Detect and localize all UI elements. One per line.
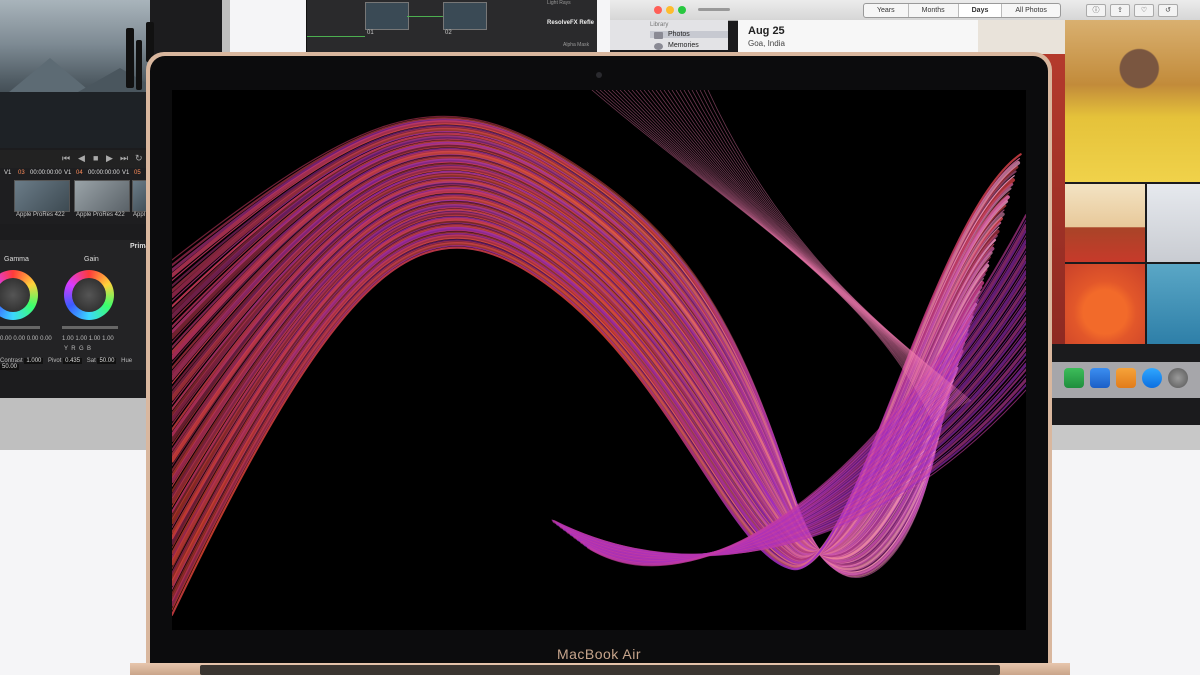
day-location: Goa, India	[748, 39, 785, 48]
system-preferences-icon[interactable]	[1168, 368, 1188, 388]
close-window-icon[interactable]	[654, 6, 662, 14]
clip-label: Apple ProRes 422	[76, 212, 125, 218]
day-header: Aug 25 Goa, India	[738, 20, 978, 54]
info-icon[interactable]: ⓘ	[1086, 4, 1106, 17]
tab-months[interactable]: Months	[909, 4, 959, 17]
wallpaper-display	[172, 90, 1026, 630]
tab-years[interactable]: Years	[864, 4, 909, 17]
tab-all-photos[interactable]: All Photos	[1002, 4, 1060, 17]
clip-track: V1	[64, 170, 72, 176]
clip-index: 05	[134, 170, 141, 176]
contrast-field[interactable]: 1.000	[24, 358, 44, 364]
app-store-icon[interactable]	[1142, 368, 1162, 388]
zoom-window-icon[interactable]	[678, 6, 686, 14]
skip-back-icon[interactable]: ⏮	[62, 153, 70, 164]
share-icon[interactable]: ⇪	[1110, 4, 1130, 17]
laptop-model-label: MacBook Air	[556, 646, 642, 662]
sidebar-item-photos[interactable]: Photos	[650, 31, 728, 39]
memories-icon	[654, 43, 663, 50]
dock	[1050, 362, 1200, 398]
play-icon[interactable]: ▶	[106, 153, 113, 164]
photo-thumbnail[interactable]	[1147, 264, 1200, 344]
timeline-clip[interactable]	[14, 180, 70, 212]
rotate-icon[interactable]: ↺	[1158, 4, 1178, 17]
clip-strip: V1 03 00:00:00:00 V1 04 00:00:00:00 V1 0…	[0, 168, 154, 224]
numbers-icon[interactable]	[1064, 368, 1084, 388]
transport-controls: ⏮ ◀ ■ ▶ ⏭ ↻	[0, 150, 150, 168]
sat-field[interactable]: 50.00	[97, 358, 117, 364]
day-date: Aug 25	[748, 25, 785, 37]
clip-track: V1	[122, 170, 130, 176]
front-laptop: MacBook Air	[146, 52, 1052, 675]
keynote-icon[interactable]	[1090, 368, 1110, 388]
skip-forward-icon[interactable]: ⏭	[120, 153, 128, 164]
photos-icon	[654, 32, 663, 39]
clip-timecode: 00:00:00:00	[88, 170, 120, 176]
zoom-slider[interactable]	[698, 8, 730, 11]
clip-timecode: 00:00:00:00	[30, 170, 62, 176]
gamma-values: 0.00 0.00 0.00 0.00	[0, 336, 52, 342]
minimize-window-icon[interactable]	[666, 6, 674, 14]
wave-wallpaper	[172, 90, 1026, 616]
photo-thumbnail[interactable]	[1065, 184, 1145, 262]
effect-label: Light Rays	[547, 0, 571, 6]
hue-field[interactable]: 50.00	[0, 364, 20, 370]
node-01[interactable]	[365, 2, 409, 30]
tab-days[interactable]: Days	[958, 4, 1003, 17]
pivot-field[interactable]: 0.435	[63, 358, 83, 364]
node-label: 02	[445, 30, 452, 36]
clip-label: Apple ProRes 422	[16, 212, 65, 218]
gain-values: 1.00 1.00 1.00 1.00	[62, 336, 114, 342]
channel-labels: Y R G B	[64, 346, 91, 352]
photos-sidebar: Library Photos Memories	[610, 20, 728, 50]
clip-track: V1	[4, 170, 12, 176]
sidebar-heading: Library	[650, 22, 669, 28]
photos-toolbar: Years Months Days All Photos ⓘ ⇪ ♡ ↺	[610, 0, 1200, 21]
node-graph-panel: 01 02 Light Rays ResolveFX Refle Alpha M…	[306, 0, 597, 54]
wheel-label: Gamma	[4, 256, 29, 263]
node-label: 01	[367, 30, 374, 36]
clip-index: 04	[76, 170, 83, 176]
clip-label: Appl	[133, 212, 146, 218]
view-segmented-control: Years Months Days All Photos	[863, 3, 1061, 18]
node-02[interactable]	[443, 2, 487, 30]
display-bezel: MacBook Air	[150, 56, 1048, 675]
gain-color-wheel[interactable]	[64, 270, 114, 320]
effect-label: ResolveFX Refle	[547, 20, 595, 26]
loop-icon[interactable]: ↻	[135, 153, 143, 164]
adjustment-fields: Contrast 1.000 Pivot 0.435 Sat 50.00 Hue…	[0, 358, 133, 370]
keyboard-edge	[200, 665, 1000, 675]
gamma-color-wheel[interactable]	[0, 270, 38, 320]
photo-thumbnail[interactable]	[1065, 20, 1200, 182]
favorite-icon[interactable]: ♡	[1134, 4, 1154, 17]
pages-icon[interactable]	[1116, 368, 1136, 388]
effect-label: Alpha Mask	[563, 42, 590, 48]
stop-icon[interactable]: ■	[93, 153, 98, 163]
photo-thumbnail[interactable]	[1065, 264, 1145, 344]
rewind-icon[interactable]: ◀	[78, 153, 85, 164]
viewer-image	[0, 0, 190, 148]
color-wheels-panel: Prima Gamma Gain 0.00 0.00 0.00 0.00 1.0…	[0, 240, 150, 370]
photo-thumbnail[interactable]	[1147, 184, 1200, 262]
camera-icon	[596, 72, 602, 78]
clip-index: 03	[18, 170, 25, 176]
wheel-label: Gain	[84, 256, 99, 263]
sidebar-item-memories[interactable]: Memories	[650, 42, 728, 50]
timeline-clip[interactable]	[74, 180, 130, 212]
